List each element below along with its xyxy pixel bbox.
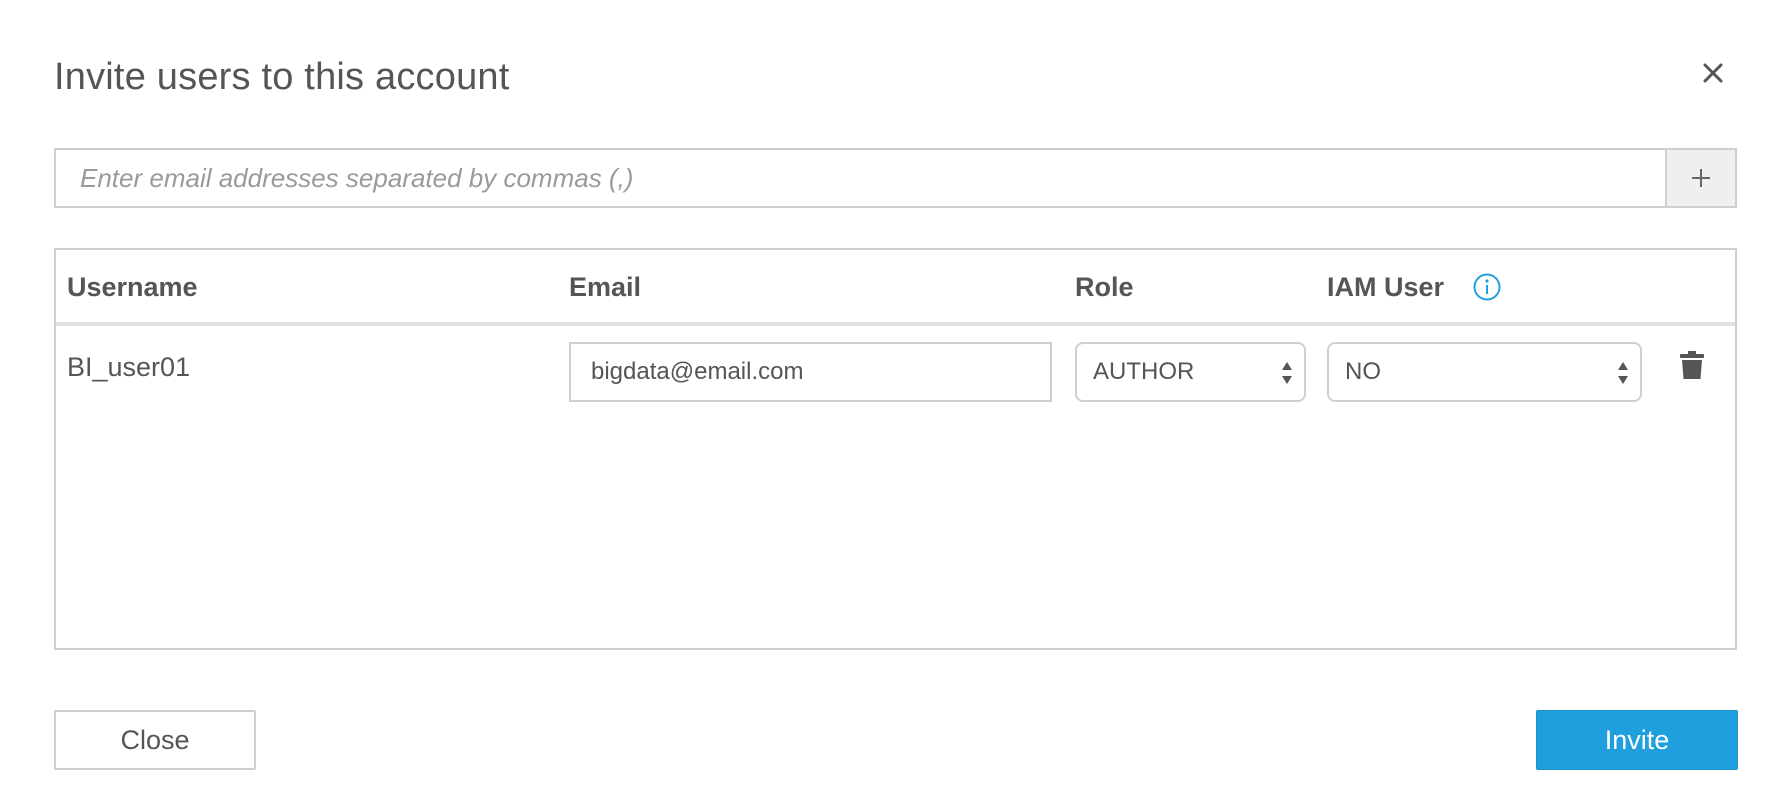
- plus-icon: [1692, 169, 1710, 187]
- info-circle-icon[interactable]: [1472, 272, 1502, 302]
- email-field[interactable]: [569, 342, 1052, 402]
- select-arrows-icon: [1280, 360, 1294, 386]
- role-select-value: AUTHOR: [1093, 358, 1195, 385]
- table-header: Username Email Role IAM User: [56, 250, 1735, 326]
- email-entry-row: [54, 148, 1737, 208]
- username-cell: BI_user01: [67, 352, 191, 382]
- column-header-username: Username: [67, 272, 198, 302]
- invite-button[interactable]: Invite: [1536, 710, 1738, 770]
- iam-user-select-value: NO: [1345, 358, 1381, 385]
- invite-users-dialog: Invite users to this account Username Em…: [0, 0, 1784, 808]
- close-icon[interactable]: [1696, 56, 1730, 90]
- select-arrows-icon: [1616, 360, 1630, 386]
- trash-icon[interactable]: [1679, 350, 1705, 380]
- add-email-button[interactable]: [1665, 150, 1735, 206]
- dialog-title: Invite users to this account: [54, 56, 510, 98]
- role-select[interactable]: AUTHOR: [1075, 342, 1306, 402]
- column-header-email: Email: [569, 272, 642, 302]
- column-header-iam-user: IAM User: [1327, 272, 1445, 302]
- email-addresses-input[interactable]: [56, 150, 1665, 206]
- table-row: BI_user01 AUTHOR NO: [56, 330, 1735, 410]
- column-header-role: Role: [1075, 272, 1134, 302]
- users-table: Username Email Role IAM User BI_user01 A…: [54, 248, 1737, 650]
- iam-user-select[interactable]: NO: [1327, 342, 1642, 402]
- close-button[interactable]: Close: [54, 710, 256, 770]
